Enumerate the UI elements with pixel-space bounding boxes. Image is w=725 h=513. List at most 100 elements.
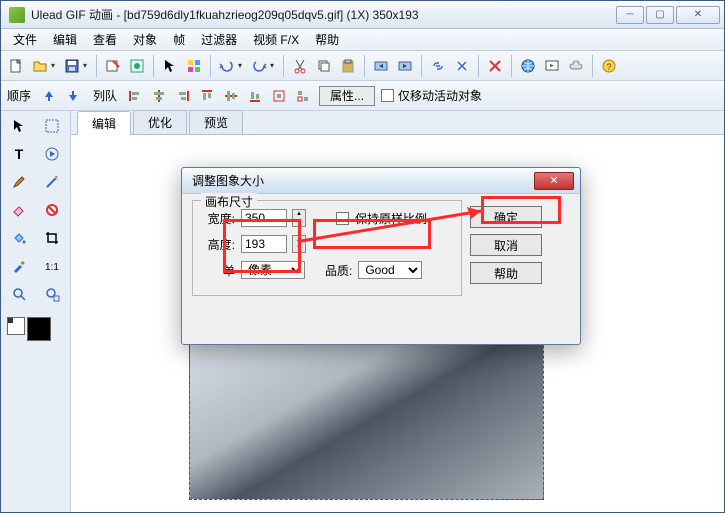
maximize-button[interactable]: ▢ xyxy=(646,6,674,24)
align-top-icon[interactable] xyxy=(197,86,217,106)
play-tool-icon[interactable] xyxy=(39,143,65,165)
wizard-icon[interactable] xyxy=(102,55,124,77)
unit-label: 单 xyxy=(203,262,235,279)
color-picker-icon[interactable] xyxy=(183,55,205,77)
move-only-checkbox[interactable] xyxy=(381,89,394,102)
svg-text:T: T xyxy=(15,146,24,162)
link-icon[interactable] xyxy=(427,55,449,77)
tab-optimize[interactable]: 优化 xyxy=(133,110,187,134)
text-tool-icon[interactable]: T xyxy=(6,143,32,165)
unit-select[interactable]: 像素 xyxy=(241,261,305,279)
cloud-icon[interactable] xyxy=(565,55,587,77)
dialog-titlebar: 调整图象大小 ✕ xyxy=(182,168,580,194)
quality-label: 品质: xyxy=(325,262,352,279)
cut-icon[interactable] xyxy=(289,55,311,77)
height-label: 高度: xyxy=(203,236,235,253)
width-input[interactable] xyxy=(241,209,287,227)
help-button[interactable]: 帮助 xyxy=(470,262,542,284)
undo-icon[interactable] xyxy=(216,55,238,77)
move-only-label: 仅移动活动对象 xyxy=(398,87,482,104)
help-icon[interactable]: ? xyxy=(598,55,620,77)
optimize-icon[interactable] xyxy=(126,55,148,77)
unlink-icon[interactable] xyxy=(451,55,473,77)
wand-tool-icon[interactable] xyxy=(39,171,65,193)
left-toolbox: T 1:1 xyxy=(1,111,71,513)
eyedropper-tool-icon[interactable] xyxy=(6,255,32,277)
brush-tool-icon[interactable] xyxy=(6,171,32,193)
align-vcenter-icon[interactable] xyxy=(221,86,241,106)
align-right-icon[interactable] xyxy=(173,86,193,106)
delete-icon[interactable] xyxy=(484,55,506,77)
arrow-icon[interactable] xyxy=(159,55,181,77)
menu-help[interactable]: 帮助 xyxy=(307,29,347,50)
canvas-size-fieldset: 画布尺寸 宽度: ▲▼ 保持原样比例 高度: ▲▼ 单 像素 xyxy=(192,200,462,296)
save-icon[interactable] xyxy=(61,55,83,77)
tab-edit[interactable]: 编辑 xyxy=(77,111,131,135)
height-spinner[interactable]: ▲▼ xyxy=(292,235,306,253)
dialog-title: 调整图象大小 xyxy=(192,172,534,189)
tabs-row: 编辑 优化 预览 xyxy=(71,111,724,135)
frame-next-icon[interactable] xyxy=(394,55,416,77)
paste-icon[interactable] xyxy=(337,55,359,77)
fill-tool-icon[interactable] xyxy=(6,227,32,249)
width-label: 宽度: xyxy=(203,210,235,227)
secondary-toolbar: 顺序 列队 属性... 仅移动活动对象 xyxy=(1,81,724,111)
menu-frame[interactable]: 帧 xyxy=(165,29,193,50)
resize-dialog: 调整图象大小 ✕ 画布尺寸 宽度: ▲▼ 保持原样比例 高度: ▲▼ xyxy=(181,167,581,345)
center-both-icon[interactable] xyxy=(269,86,289,106)
frame-prev-icon[interactable] xyxy=(370,55,392,77)
redo-icon[interactable] xyxy=(248,55,270,77)
menu-filter[interactable]: 过滤器 xyxy=(193,29,245,50)
redo-dropdown[interactable]: ▾ xyxy=(270,61,278,70)
main-toolbar: ▾ ▾ ▾ ▾ ? xyxy=(1,51,724,81)
eraser-tool-icon[interactable] xyxy=(6,199,32,221)
keep-ratio-checkbox[interactable] xyxy=(336,212,349,225)
menu-file[interactable]: 文件 xyxy=(5,29,45,50)
selection-tool-icon[interactable] xyxy=(39,115,65,137)
open-icon[interactable] xyxy=(29,55,51,77)
zoom-fit-icon[interactable] xyxy=(39,283,65,305)
close-button[interactable]: ✕ xyxy=(676,6,720,24)
fieldset-legend: 画布尺寸 xyxy=(201,193,257,210)
align-bottom-icon[interactable] xyxy=(245,86,265,106)
queue-label: 列队 xyxy=(89,87,119,104)
zoom-actual-icon[interactable]: 1:1 xyxy=(39,255,65,277)
width-spinner[interactable]: ▲▼ xyxy=(292,209,306,227)
svg-text:1:1: 1:1 xyxy=(45,262,59,273)
open-dropdown[interactable]: ▾ xyxy=(51,61,59,70)
undo-dropdown[interactable]: ▾ xyxy=(238,61,246,70)
menu-edit[interactable]: 编辑 xyxy=(45,29,85,50)
app-icon xyxy=(9,7,25,23)
bg-color-swatch[interactable] xyxy=(27,317,51,341)
properties-button[interactable]: 属性... xyxy=(319,86,375,106)
preview-icon[interactable] xyxy=(541,55,563,77)
height-input[interactable] xyxy=(241,235,287,253)
dialog-close-button[interactable]: ✕ xyxy=(534,172,574,190)
new-icon[interactable] xyxy=(5,55,27,77)
seq-down-icon[interactable] xyxy=(63,86,83,106)
seq-label: 顺序 xyxy=(3,87,33,104)
ok-button[interactable]: 确定 xyxy=(470,206,542,228)
menu-object[interactable]: 对象 xyxy=(125,29,165,50)
zoom-tool-icon[interactable] xyxy=(6,283,32,305)
keep-ratio-label: 保持原样比例 xyxy=(355,210,427,227)
cancel-button[interactable]: 取消 xyxy=(470,234,542,256)
svg-text:?: ? xyxy=(606,62,611,72)
pointer-tool-icon[interactable] xyxy=(6,115,32,137)
crop-tool-icon[interactable] xyxy=(39,227,65,249)
remove-tool-icon[interactable] xyxy=(39,199,65,221)
menu-video-fx[interactable]: 视频 F/X xyxy=(245,29,307,50)
minimize-button[interactable]: ─ xyxy=(616,6,644,24)
quality-select[interactable]: Good xyxy=(358,261,422,279)
menu-view[interactable]: 查看 xyxy=(85,29,125,50)
web-icon[interactable] xyxy=(517,55,539,77)
seq-up-icon[interactable] xyxy=(39,86,59,106)
align-left-icon[interactable] xyxy=(125,86,145,106)
titlebar: Ulead GIF 动画 - [bd759d6dly1fkuahzrieog20… xyxy=(1,1,724,29)
save-dropdown[interactable]: ▾ xyxy=(83,61,91,70)
align-hcenter-icon[interactable] xyxy=(149,86,169,106)
fg-color-swatch[interactable] xyxy=(7,317,25,335)
copy-icon[interactable] xyxy=(313,55,335,77)
tab-preview[interactable]: 预览 xyxy=(189,110,243,134)
distribute-icon[interactable] xyxy=(293,86,313,106)
